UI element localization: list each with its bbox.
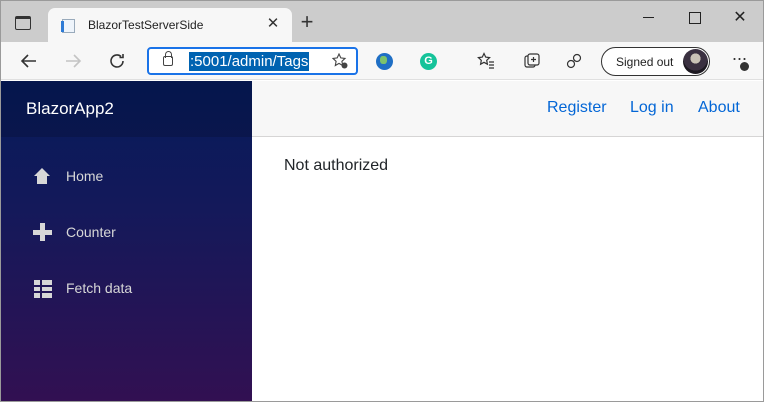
list-icon <box>34 280 52 298</box>
address-bar[interactable]: :5001/admin/Tags <box>147 47 358 75</box>
nav-counter[interactable]: Counter <box>1 213 252 253</box>
nav-label[interactable]: Fetch data <box>66 280 132 296</box>
login-link[interactable]: Log in <box>630 99 674 117</box>
profile-button[interactable]: Signed out <box>601 47 710 76</box>
nav-label[interactable]: Counter <box>66 224 116 240</box>
window-icon[interactable] <box>15 16 31 30</box>
favorites-icon[interactable] <box>476 51 496 71</box>
browser-toolbar: :5001/admin/Tags G Signed out ··· <box>1 42 763 80</box>
brand-bar: BlazorApp2 <box>1 81 252 137</box>
forward-arrow-icon[interactable] <box>61 49 85 73</box>
about-link[interactable]: About <box>698 99 740 117</box>
register-link[interactable]: Register <box>547 99 607 117</box>
browser-window: BlazorTestServerSide ✕ + ✕ :5001/admin/T… <box>0 0 764 402</box>
plus-icon <box>33 223 52 242</box>
home-icon <box>34 168 52 186</box>
close-window-button[interactable]: ✕ <box>717 6 763 30</box>
web-page: BlazorApp2 Home Counter Fetch data Regis… <box>1 81 763 401</box>
menu-badge <box>740 62 749 71</box>
tab-blazor[interactable]: BlazorTestServerSide ✕ <box>48 8 292 42</box>
nav-home[interactable]: Home <box>1 157 252 197</box>
minimize-button[interactable] <box>625 6 671 30</box>
nav-label[interactable]: Home <box>66 168 103 184</box>
avatar <box>683 49 708 74</box>
globe-extension-icon[interactable] <box>376 53 393 70</box>
reload-icon[interactable] <box>105 49 129 73</box>
main-content: Register Log in About Not authorized <box>252 81 763 401</box>
not-authorized-message: Not authorized <box>284 157 389 174</box>
close-tab-icon[interactable]: ✕ <box>264 15 282 33</box>
nav-fetch-data[interactable]: Fetch data <box>1 269 252 309</box>
sidebar: BlazorApp2 Home Counter Fetch data <box>1 81 252 401</box>
profile-label: Signed out <box>616 55 674 69</box>
maximize-button[interactable] <box>671 6 717 30</box>
url-text[interactable]: :5001/admin/Tags <box>189 52 310 71</box>
add-favorite-icon[interactable] <box>331 52 348 73</box>
collections-icon[interactable] <box>522 51 542 71</box>
tab-title: BlazorTestServerSide <box>88 18 204 32</box>
tab-strip: BlazorTestServerSide ✕ + ✕ <box>1 1 763 42</box>
top-row: Register Log in About <box>252 81 763 137</box>
page-favicon-icon <box>61 19 75 33</box>
back-arrow-icon[interactable] <box>17 49 41 73</box>
app-brand[interactable]: BlazorApp2 <box>26 99 114 119</box>
grammarly-extension-icon[interactable]: G <box>420 53 437 70</box>
lock-icon[interactable] <box>163 51 173 66</box>
new-tab-button[interactable]: + <box>297 11 317 33</box>
extensions-icon[interactable] <box>564 51 584 71</box>
